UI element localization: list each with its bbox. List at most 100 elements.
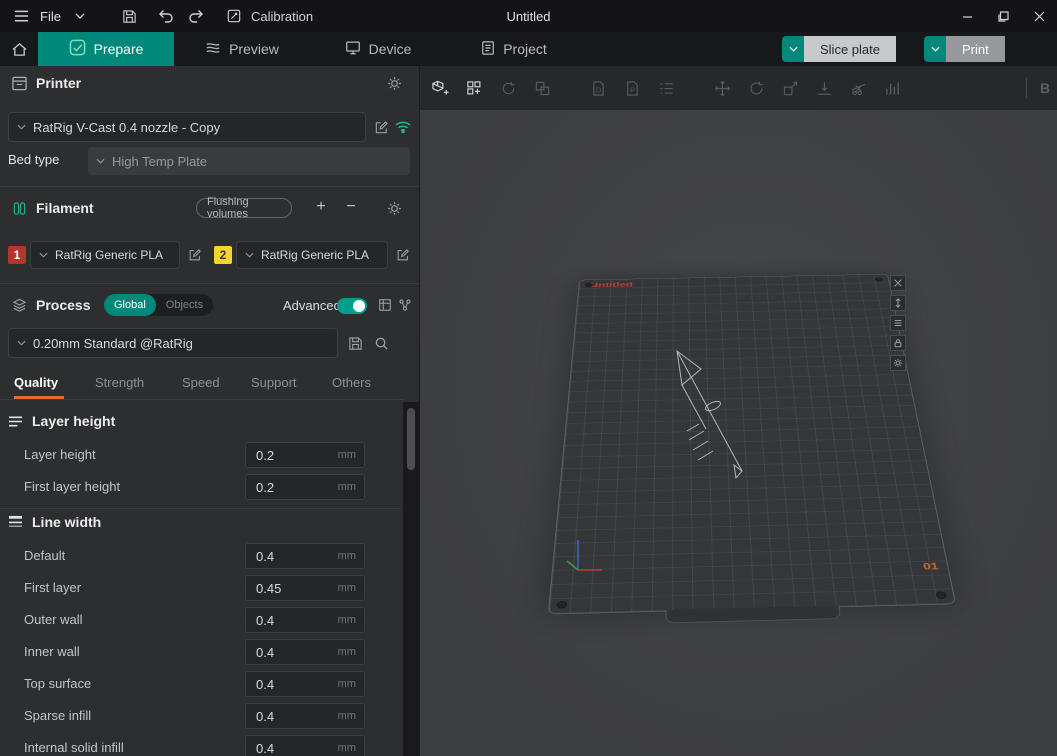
scale-icon[interactable] [776, 74, 804, 102]
filament-1-value: RatRig Generic PLA [55, 248, 163, 262]
rotate-icon[interactable] [742, 74, 770, 102]
setting-input[interactable]: 0.4 mm [245, 671, 365, 697]
add-plate-icon[interactable] [460, 74, 488, 102]
home-button[interactable] [0, 32, 38, 66]
slice-dropdown-chevron-icon[interactable] [782, 36, 804, 62]
tab-preview[interactable]: Preview [174, 32, 310, 66]
variable-layer-height-icon[interactable] [878, 74, 906, 102]
slice-plate-button[interactable]: Slice plate [782, 36, 910, 62]
settings-scrollbar[interactable] [403, 402, 419, 756]
tab-support[interactable]: Support [251, 375, 297, 390]
filament-2-badge[interactable]: 2 [214, 246, 232, 264]
plate-settings-icon[interactable] [890, 355, 906, 371]
tab-others[interactable]: Others [332, 375, 371, 390]
printer-wifi-icon[interactable] [394, 118, 412, 136]
process-icon [10, 296, 28, 314]
layer-height-icon [8, 413, 24, 429]
move-icon[interactable] [708, 74, 736, 102]
plate-number-label: 01 [922, 561, 939, 572]
calibration-label: Calibration [251, 9, 313, 24]
template-p-icon[interactable]: P [618, 74, 646, 102]
setting-input[interactable]: 0.4 mm [245, 543, 365, 569]
filament-1-select[interactable]: RatRig Generic PLA [30, 241, 180, 269]
add-object-icon[interactable] [426, 74, 454, 102]
calibration-button[interactable]: Calibration [223, 5, 313, 27]
chevron-down-icon[interactable] [69, 5, 91, 27]
close-button[interactable] [1021, 0, 1057, 32]
object-list-icon[interactable] [652, 74, 680, 102]
save-icon[interactable] [119, 5, 141, 27]
advanced-toggle[interactable] [337, 298, 367, 314]
filament-icon [10, 199, 28, 217]
filament-1-badge[interactable]: 1 [8, 246, 26, 264]
filament-1-edit-icon[interactable] [186, 246, 204, 264]
setting-input[interactable]: 0.45 mm [245, 575, 365, 601]
plate-screw [556, 601, 567, 609]
filament-settings-gear-icon[interactable] [385, 199, 403, 217]
setting-unit: mm [338, 646, 356, 658]
printer-preset-select[interactable]: RatRig V-Cast 0.4 nozzle - Copy [8, 112, 366, 142]
tab-strength[interactable]: Strength [95, 375, 144, 390]
filament-2-edit-icon[interactable] [394, 246, 412, 264]
remove-filament-icon[interactable]: − [342, 198, 360, 216]
minimize-button[interactable] [949, 0, 985, 32]
setting-input[interactable]: 0.4 mm [245, 735, 365, 756]
scope-objects-pill[interactable]: Objects [156, 294, 213, 316]
setting-row: Default 0.4 mm [0, 542, 401, 570]
setting-value: 0.4 [256, 677, 338, 692]
merge-objects-icon[interactable] [528, 74, 556, 102]
setting-input[interactable]: 0.4 mm [245, 639, 365, 665]
tab-quality[interactable]: Quality [14, 375, 58, 390]
setting-row: Outer wall 0.4 mm [0, 606, 401, 634]
scrollbar-thumb[interactable] [407, 408, 415, 470]
save-preset-icon[interactable] [346, 334, 364, 352]
cut-icon[interactable] [844, 74, 872, 102]
file-menu[interactable]: File [40, 9, 61, 24]
setting-input[interactable]: 0.4 mm [245, 703, 365, 729]
setting-label: First layer height [24, 479, 120, 494]
setting-unit: mm [338, 481, 356, 493]
print-dropdown-chevron-icon[interactable] [924, 36, 946, 62]
print-button[interactable]: Print [924, 36, 1020, 62]
plate-name-icon[interactable] [890, 315, 906, 331]
template-d-icon[interactable]: D [584, 74, 612, 102]
search-icon[interactable] [372, 334, 390, 352]
lay-flat-icon[interactable] [810, 74, 838, 102]
tab-preview-label: Preview [229, 41, 279, 57]
printer-edit-icon[interactable] [372, 118, 390, 136]
filament-2-select[interactable]: RatRig Generic PLA [236, 241, 388, 269]
setting-input[interactable]: 0.2 mm [245, 474, 365, 500]
bed-type-select[interactable]: High Temp Plate [88, 147, 410, 175]
chevron-down-icon [96, 158, 105, 164]
printer-settings-gear-icon[interactable] [385, 74, 403, 92]
line-width-section-header: Line width [0, 508, 401, 534]
plate-delete-icon[interactable] [890, 275, 906, 291]
setting-row: Sparse infill 0.4 mm [0, 702, 401, 730]
tab-device[interactable]: Device [310, 32, 446, 66]
auto-orient-icon[interactable] [494, 74, 522, 102]
hamburger-menu-icon[interactable] [10, 5, 32, 27]
scope-global-pill[interactable]: Global [104, 294, 156, 316]
process-preset-value: 0.20mm Standard @RatRig [33, 336, 193, 351]
scene-3d[interactable]: Untitled 01 [420, 110, 1057, 756]
setting-input[interactable]: 0.2 mm [245, 442, 365, 468]
maximize-button[interactable] [985, 0, 1021, 32]
process-flow-icon[interactable] [396, 296, 414, 314]
plate-lock-icon[interactable] [890, 335, 906, 351]
process-preset-select[interactable]: 0.20mm Standard @RatRig [8, 328, 338, 358]
tab-speed[interactable]: Speed [182, 375, 220, 390]
toolbar-partial-icon[interactable]: B [1033, 80, 1057, 96]
tab-prepare[interactable]: Prepare [38, 32, 174, 66]
flushing-volumes-button[interactable]: Flushing volumes [196, 198, 292, 218]
undo-icon[interactable] [155, 5, 177, 27]
parameter-table-icon[interactable] [376, 296, 394, 314]
plate-move-icon[interactable] [890, 295, 906, 311]
redo-icon[interactable] [185, 5, 207, 27]
setting-label: Inner wall [24, 644, 80, 659]
tab-project[interactable]: Project [446, 32, 582, 66]
add-filament-icon[interactable]: + [312, 198, 330, 216]
sidebar-panel: Printer RatRig V-Cast 0.4 nozzle - Copy … [0, 66, 420, 756]
setting-unit: mm [338, 614, 356, 626]
setting-input[interactable]: 0.4 mm [245, 607, 365, 633]
line-width-icon [8, 514, 24, 530]
